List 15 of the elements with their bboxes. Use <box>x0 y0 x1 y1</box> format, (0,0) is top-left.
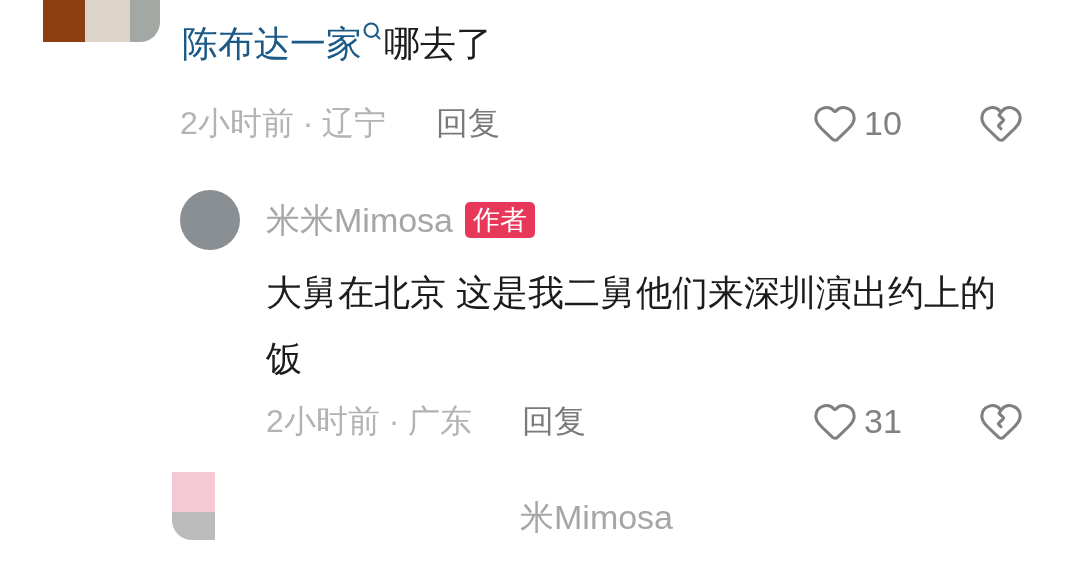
avatar-placeholder <box>180 190 240 250</box>
search-icon <box>362 21 382 41</box>
comment-meta: 2小时前 · 辽宁 <box>180 104 387 143</box>
reply-link[interactable]: 回复 <box>436 99 501 147</box>
comment-text: 大舅在北京 这是我二舅他们来深圳演出约上的饭 <box>266 271 997 381</box>
comment-meta: 2小时前 · 广东 <box>266 402 473 441</box>
reply-link[interactable]: 回复 <box>522 397 587 445</box>
like-button[interactable]: 10 <box>812 97 932 149</box>
like-button[interactable]: 31 <box>812 395 932 447</box>
author-name: 米Mimosa <box>520 497 674 538</box>
comment-text: 哪去了 <box>384 22 492 66</box>
author-badge: 作者 <box>465 202 536 238</box>
avatar-placeholder <box>172 472 215 540</box>
author-name: 米米Mimosa <box>266 199 454 241</box>
search-link[interactable]: 陈布达一家 <box>182 17 382 71</box>
